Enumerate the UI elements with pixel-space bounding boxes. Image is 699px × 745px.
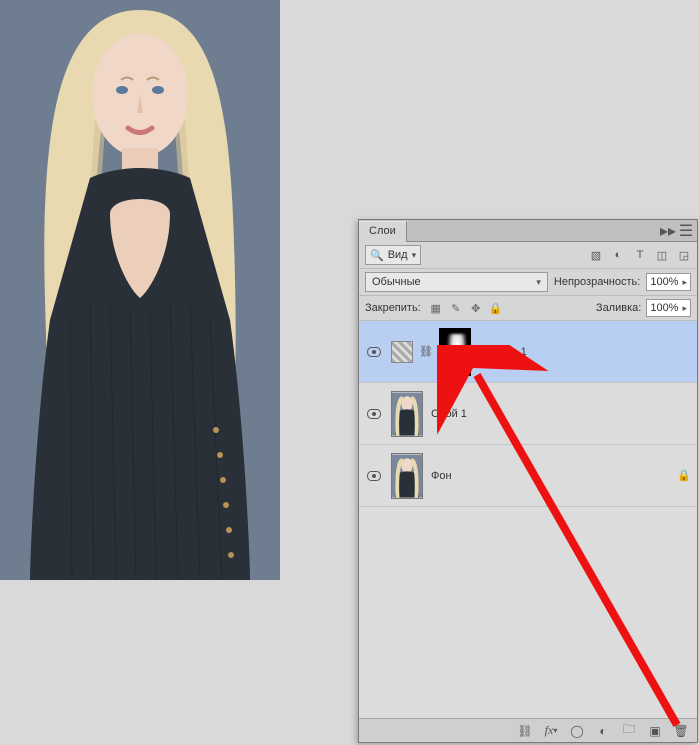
adjustment-layer-button[interactable]: ◐ bbox=[595, 723, 611, 739]
filter-label: Вид bbox=[388, 249, 408, 261]
layer-row-curves[interactable]: ⛓ Кривые 1 bbox=[359, 321, 697, 383]
curves-adjustment-thumb[interactable] bbox=[391, 341, 413, 363]
layer-row-layer1[interactable]: Слой 1 bbox=[359, 383, 697, 445]
eye-icon bbox=[367, 347, 381, 357]
fill-value: 100% bbox=[650, 302, 678, 314]
fill-field[interactable]: 100% bbox=[646, 299, 691, 317]
lock-all-icon[interactable]: 🔒 bbox=[489, 301, 503, 315]
blend-mode-dropdown[interactable]: Обычные bbox=[365, 272, 548, 292]
layers-panel: Слои ▸▸ ☰ 🔍 Вид ▾ ▧ ◐ T ◫ ◲ Обычные Непр… bbox=[358, 219, 698, 743]
filter-shape-icon[interactable]: ◫ bbox=[655, 248, 669, 262]
visibility-toggle[interactable] bbox=[365, 471, 383, 481]
filter-pixel-icon[interactable]: ▧ bbox=[589, 248, 603, 262]
filter-adjustment-icon[interactable]: ◐ bbox=[611, 248, 625, 262]
filter-smart-icon[interactable]: ◲ bbox=[677, 248, 691, 262]
layer-thumb[interactable] bbox=[391, 391, 423, 437]
collapse-icon[interactable]: ▸▸ bbox=[661, 224, 675, 238]
tab-layers[interactable]: Слои bbox=[359, 221, 407, 242]
opacity-field[interactable]: 100% bbox=[646, 273, 691, 291]
lock-pixels-icon[interactable]: ✎ bbox=[449, 301, 463, 315]
layer-style-button[interactable]: fx▾ bbox=[543, 723, 559, 739]
blend-mode-value: Обычные bbox=[372, 276, 421, 288]
eye-icon bbox=[367, 471, 381, 481]
layer-mask-thumb[interactable] bbox=[439, 328, 471, 376]
lock-icon: 🔒 bbox=[677, 469, 691, 483]
panel-tabstrip: Слои ▸▸ ☰ bbox=[359, 220, 697, 242]
lock-row: Закрепить: ▦ ✎ ✥ 🔒 Заливка: 100% bbox=[359, 296, 697, 321]
search-icon: 🔍 bbox=[370, 249, 384, 262]
lock-label: Закрепить: bbox=[365, 302, 421, 314]
layer-filter-dropdown[interactable]: 🔍 Вид ▾ bbox=[365, 245, 421, 265]
visibility-toggle[interactable] bbox=[365, 347, 383, 357]
layer-name[interactable]: Кривые 1 bbox=[479, 346, 691, 358]
layer-filter-row: 🔍 Вид ▾ ▧ ◐ T ◫ ◲ bbox=[359, 242, 697, 269]
delete-layer-button[interactable]: 🗑 bbox=[673, 723, 689, 739]
layer-row-background[interactable]: Фон 🔒 bbox=[359, 445, 697, 507]
panel-menu-icon[interactable]: ☰ bbox=[679, 224, 693, 238]
panel-footer: ⛓ fx▾ ◯ ◐ 🗀 ▣ 🗑 bbox=[359, 718, 697, 742]
opacity-label: Непрозрачность: bbox=[554, 276, 640, 288]
lock-transparency-icon[interactable]: ▦ bbox=[429, 301, 443, 315]
new-layer-button[interactable]: ▣ bbox=[647, 723, 663, 739]
layer-mask-button[interactable]: ◯ bbox=[569, 723, 585, 739]
eye-icon bbox=[367, 409, 381, 419]
opacity-value: 100% bbox=[650, 276, 678, 288]
document-canvas[interactable] bbox=[0, 0, 280, 580]
link-layers-button[interactable]: ⛓ bbox=[517, 723, 533, 739]
fill-label: Заливка: bbox=[596, 302, 641, 314]
layer-name[interactable]: Слой 1 bbox=[431, 408, 691, 420]
layer-list: ⛓ Кривые 1 Слой 1 Фон 🔒 bbox=[359, 321, 697, 718]
visibility-toggle[interactable] bbox=[365, 409, 383, 419]
group-button[interactable]: 🗀 bbox=[621, 723, 637, 739]
mask-link-icon[interactable]: ⛓ bbox=[419, 345, 433, 358]
lock-position-icon[interactable]: ✥ bbox=[469, 301, 483, 315]
layer-thumb[interactable] bbox=[391, 453, 423, 499]
filter-type-icon[interactable]: T bbox=[633, 248, 647, 262]
layer-name[interactable]: Фон bbox=[431, 470, 669, 482]
blend-row: Обычные Непрозрачность: 100% bbox=[359, 269, 697, 296]
chevron-down-icon: ▾ bbox=[412, 250, 417, 261]
